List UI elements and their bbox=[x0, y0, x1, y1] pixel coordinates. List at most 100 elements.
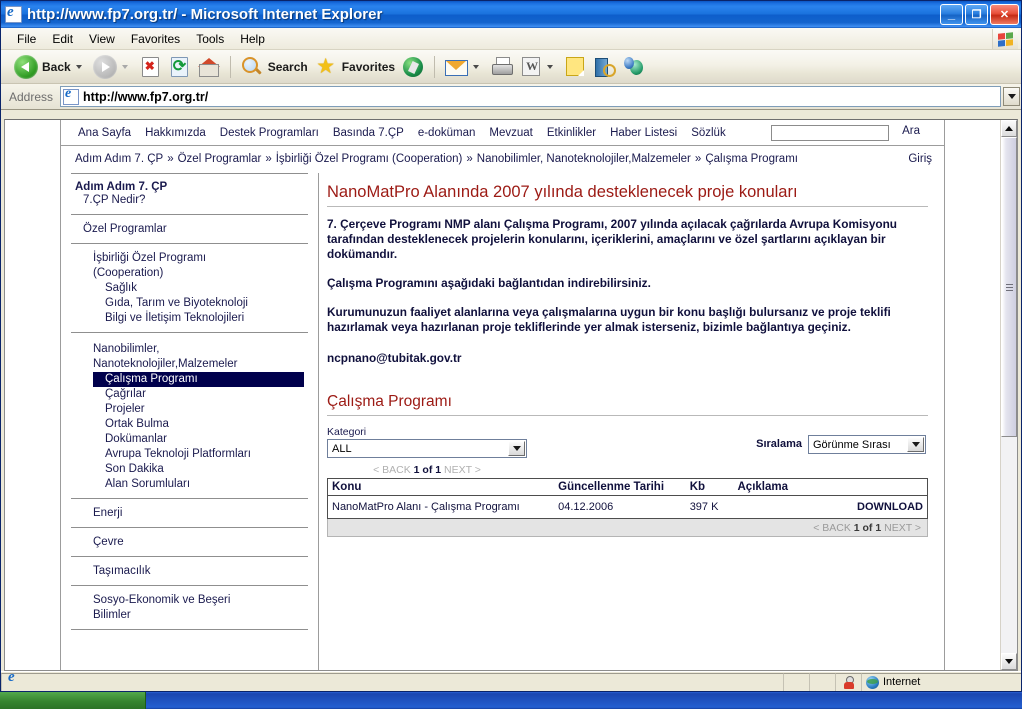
menu-item-tools[interactable]: Tools bbox=[188, 30, 232, 48]
breadcrumb: Adım Adım 7. ÇP » Özel Programlar » İşbi… bbox=[61, 146, 944, 172]
start-button[interactable] bbox=[0, 692, 146, 709]
sort-select[interactable]: Görünme Sırası bbox=[808, 435, 926, 454]
page-title: NanoMatPro Alanında 2007 yılında destekl… bbox=[327, 183, 798, 201]
title-bar: http://www.fp7.org.tr/ - Microsoft Inter… bbox=[1, 1, 1021, 28]
sidebar-item-projeler[interactable]: Projeler bbox=[71, 402, 308, 417]
address-input[interactable]: http://www.fp7.org.tr/ bbox=[60, 86, 1001, 107]
edit-dropdown-icon[interactable] bbox=[547, 64, 554, 69]
chevron-down-icon[interactable] bbox=[907, 437, 924, 452]
sidebar-item-avrupa-teknoloji-platformlari[interactable]: Avrupa Teknoloji Platformları bbox=[71, 447, 308, 462]
scrollbar-thumb[interactable] bbox=[1001, 137, 1017, 437]
search-button[interactable]: Search bbox=[237, 53, 311, 81]
pager-top-next[interactable]: NEXT > bbox=[444, 464, 481, 476]
web-page: Ana Sayfa Hakkımızda Destek Programları … bbox=[5, 120, 1000, 670]
print-icon bbox=[490, 55, 514, 79]
page-scrollbar[interactable] bbox=[1000, 120, 1017, 670]
nav-item-sozluk[interactable]: Sözlük bbox=[684, 127, 733, 139]
messenger-button[interactable] bbox=[619, 53, 649, 81]
chevron-down-icon[interactable] bbox=[508, 441, 525, 456]
sidebar-item-nanoteknolojiler-malzemeler[interactable]: Nanoteknolojiler,Malzemeler bbox=[71, 357, 308, 372]
sidebar-item-7cp-nedir[interactable]: 7.ÇP Nedir? bbox=[71, 193, 308, 208]
breadcrumb-item-0[interactable]: Adım Adım 7. ÇP bbox=[75, 153, 163, 165]
sidebar: Adım Adım 7. ÇP 7.ÇP Nedir? Özel Program… bbox=[61, 173, 319, 670]
paragraph-download-hint: Çalışma Programını aşağıdaki bağlantıdan… bbox=[327, 276, 651, 290]
browser-viewport: Ana Sayfa Hakkımızda Destek Programları … bbox=[4, 119, 1018, 671]
menu-item-file[interactable]: File bbox=[9, 30, 44, 48]
site-search-button[interactable]: Ara bbox=[902, 125, 920, 137]
sidebar-item-bilimler[interactable]: Bilimler bbox=[71, 608, 308, 623]
category-select[interactable]: ALL bbox=[327, 439, 527, 458]
sidebar-item-ortak-bulma[interactable]: Ortak Bulma bbox=[71, 417, 308, 432]
site-search-input[interactable] bbox=[771, 125, 889, 141]
sidebar-item-sosyo-ekonomik[interactable]: Sosyo-Ekonomik ve Beşeri bbox=[71, 593, 308, 608]
nav-item-haber-listesi[interactable]: Haber Listesi bbox=[603, 127, 684, 139]
sidebar-item-ozel-programlar[interactable]: Özel Programlar bbox=[71, 222, 308, 237]
menu-bar: File Edit View Favorites Tools Help bbox=[1, 28, 1021, 50]
nav-item-e-dokuman[interactable]: e-doküman bbox=[411, 127, 483, 139]
breadcrumb-item-2[interactable]: İşbirliği Özel Programı (Cooperation) bbox=[276, 153, 463, 165]
sidebar-item-son-dakika[interactable]: Son Dakika bbox=[71, 462, 308, 477]
sidebar-item-alan-sorumlulari[interactable]: Alan Sorumluları bbox=[71, 477, 308, 492]
nav-item-etkinlikler[interactable]: Etkinlikler bbox=[540, 127, 603, 139]
pager-bottom-back[interactable]: < BACK bbox=[813, 522, 851, 534]
sidebar-item-cooperation[interactable]: (Cooperation) bbox=[71, 266, 308, 281]
sidebar-item-cagrilar[interactable]: Çağrılar bbox=[71, 387, 308, 402]
sidebar-item-dokumanlar[interactable]: Dokümanlar bbox=[71, 432, 308, 447]
nav-item-ana-sayfa[interactable]: Ana Sayfa bbox=[71, 127, 138, 139]
nav-item-destek-programlari[interactable]: Destek Programları bbox=[213, 127, 326, 139]
home-icon bbox=[197, 55, 221, 79]
edit-word-button[interactable] bbox=[517, 53, 561, 81]
minimize-button[interactable]: _ bbox=[940, 4, 963, 25]
refresh-button[interactable] bbox=[165, 53, 194, 81]
scrollbar-track[interactable] bbox=[1001, 137, 1017, 653]
scroll-down-button[interactable] bbox=[1001, 653, 1017, 670]
menu-item-favorites[interactable]: Favorites bbox=[123, 30, 188, 48]
pager-top-back[interactable]: < BACK bbox=[373, 464, 411, 476]
menu-item-edit[interactable]: Edit bbox=[44, 30, 81, 48]
nav-item-basinda-7cp[interactable]: Basında 7.ÇP bbox=[326, 127, 411, 139]
menu-item-view[interactable]: View bbox=[81, 30, 123, 48]
print-button[interactable] bbox=[487, 53, 517, 81]
scroll-up-button[interactable] bbox=[1001, 120, 1017, 137]
status-privacy-icon[interactable] bbox=[835, 672, 861, 691]
nav-item-mevzuat[interactable]: Mevzuat bbox=[482, 127, 539, 139]
sidebar-item-bilgi-iletisim[interactable]: Bilgi ve İletişim Teknolojileri bbox=[71, 311, 308, 326]
pager-bottom-next[interactable]: NEXT > bbox=[884, 522, 921, 534]
sidebar-item-cevre[interactable]: Çevre bbox=[71, 535, 308, 550]
column-header-kb: Kb bbox=[685, 478, 734, 496]
nav-item-hakkimizda[interactable]: Hakkımızda bbox=[138, 127, 213, 139]
sidebar-item-enerji[interactable]: Enerji bbox=[71, 506, 308, 521]
status-zone-text: Internet bbox=[883, 676, 921, 688]
minimize-icon: _ bbox=[947, 6, 956, 21]
menu-item-help[interactable]: Help bbox=[232, 30, 273, 48]
sidebar-item-gida-tarim[interactable]: Gıda, Tarım ve Biyoteknoloji bbox=[71, 296, 308, 311]
login-link[interactable]: Giriş bbox=[908, 153, 932, 165]
sidebar-item-tasimacilik[interactable]: Taşımacılık bbox=[71, 564, 308, 579]
mail-button[interactable] bbox=[441, 53, 487, 81]
ie-page-icon bbox=[5, 6, 22, 23]
download-link[interactable]: DOWNLOAD bbox=[853, 496, 928, 519]
mail-dropdown-icon[interactable] bbox=[473, 64, 480, 69]
back-button[interactable]: Back bbox=[11, 53, 90, 81]
sidebar-item-nanobilimler[interactable]: Nanobilimler, bbox=[71, 342, 308, 357]
close-button[interactable]: ✕ bbox=[990, 4, 1019, 25]
page-body: Ana Sayfa Hakkımızda Destek Programları … bbox=[5, 120, 1000, 670]
forward-dropdown-icon[interactable] bbox=[121, 64, 128, 69]
research-button[interactable] bbox=[589, 53, 619, 81]
address-dropdown-button[interactable] bbox=[1003, 87, 1020, 106]
contact-email-link[interactable]: ncpnano@tubitak.gov.tr bbox=[327, 351, 462, 365]
breadcrumb-item-3[interactable]: Nanobilimler, Nanoteknolojiler,Malzemele… bbox=[477, 153, 691, 165]
stop-button[interactable] bbox=[136, 53, 165, 81]
sidebar-item-calisma-programi[interactable]: Çalışma Programı bbox=[93, 372, 304, 387]
maximize-button[interactable]: ❐ bbox=[965, 4, 988, 25]
favorites-button[interactable]: ★ Favorites bbox=[311, 53, 398, 81]
home-button[interactable] bbox=[194, 53, 224, 81]
forward-button[interactable] bbox=[90, 53, 136, 81]
sidebar-item-isbirligi-ozel-programi[interactable]: İşbirliği Özel Programı bbox=[71, 251, 308, 266]
notes-button[interactable] bbox=[561, 53, 589, 81]
sidebar-item-saglik[interactable]: Sağlık bbox=[71, 281, 308, 296]
breadcrumb-item-1[interactable]: Özel Programlar bbox=[178, 153, 262, 165]
back-dropdown-icon[interactable] bbox=[75, 64, 82, 69]
breadcrumb-item-4[interactable]: Çalışma Programı bbox=[705, 153, 798, 165]
media-button[interactable] bbox=[398, 53, 428, 81]
